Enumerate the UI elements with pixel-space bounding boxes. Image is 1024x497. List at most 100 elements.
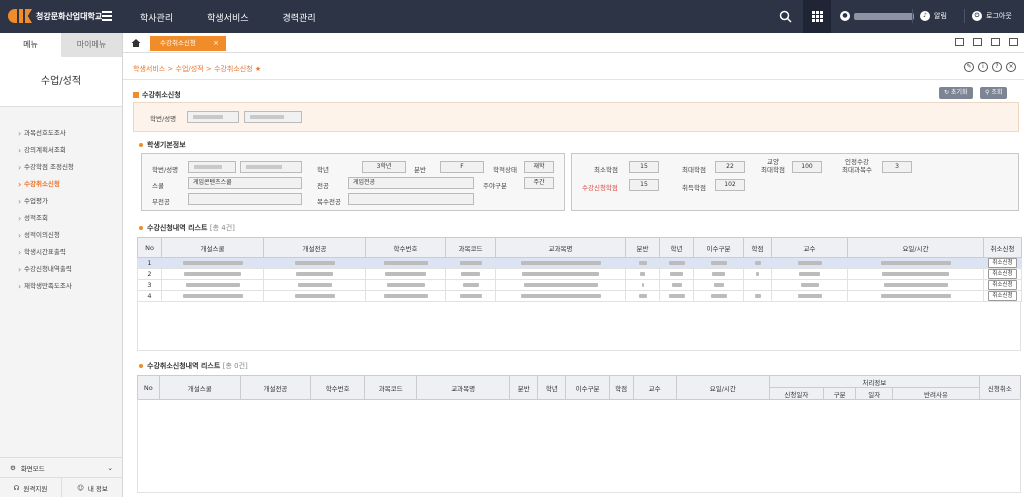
student-name-field [240, 161, 302, 173]
sidebar-item[interactable]: 수강학점 조정신청 [0, 159, 122, 176]
gnb-item-student-service[interactable]: 학생서비스 [207, 11, 248, 24]
redacted-cell [495, 257, 626, 269]
sidebar-item[interactable]: 학생시간표출력 [0, 244, 122, 261]
student-id-field [188, 161, 236, 173]
cancel-request-button[interactable]: 취소신청 [988, 280, 1017, 290]
label-approved-max: 인정수강 최대과목수 [842, 158, 872, 174]
sidebar-item[interactable]: 수강취소신청 [0, 176, 122, 193]
redacted-cell [659, 279, 694, 291]
sidebar-item[interactable]: 강의계획서조회 [0, 142, 122, 159]
enroll-th: 학년 [659, 237, 694, 258]
sidebar-item[interactable]: 재학생만족도조사 [0, 278, 122, 295]
row-cancel-cell: 취소신청 [983, 257, 1022, 269]
redacted-text [671, 283, 682, 287]
page-tools: ✎ i ? × [964, 62, 1016, 72]
close-icon[interactable]: × [213, 36, 219, 51]
applied-credit-field: 15 [629, 179, 659, 191]
popup-icon[interactable] [991, 38, 1000, 46]
sidebar-item[interactable]: 성적조회 [0, 210, 122, 227]
favorite-star-icon[interactable]: ★ [255, 65, 261, 73]
tab-mymenu[interactable]: 마이메뉴 [61, 33, 122, 57]
redacted-cell [625, 279, 660, 291]
sidebar-item[interactable]: 성적이의신청 [0, 227, 122, 244]
major-field: 게임전공 [348, 177, 474, 189]
my-info-button[interactable]: ☺ 내 정보 [62, 478, 123, 497]
redacted-text [754, 261, 761, 265]
edit-icon[interactable]: ✎ [964, 62, 974, 72]
redacted-text [756, 272, 759, 276]
gnb-item-academic[interactable]: 학사관리 [140, 11, 173, 24]
close-page-icon[interactable]: × [1006, 62, 1016, 72]
basic-info-title: 학생기본정보 [147, 141, 186, 149]
enroll-th: 개설전공 [263, 237, 366, 258]
sidebar-title: 수업/성적 [0, 57, 122, 107]
approved-max-field: 3 [882, 161, 912, 173]
tab-tools [955, 38, 1018, 46]
section-title-basic-info: 학생기본정보 [139, 140, 186, 150]
help-icon[interactable]: ? [992, 62, 1002, 72]
new-window-icon[interactable] [973, 38, 982, 46]
sidebar-item[interactable]: 수강신청내역출력 [0, 261, 122, 278]
sidebar-item[interactable]: 과목선호도조사 [0, 125, 122, 142]
table-row[interactable]: 2 취소신청 [137, 268, 1022, 280]
search-name-field[interactable] [244, 111, 302, 123]
redacted-text [800, 283, 819, 287]
search-icon[interactable] [779, 10, 792, 23]
sidebar-item[interactable]: 수업평가 [0, 193, 122, 210]
max-credit-field: 22 [715, 161, 745, 173]
info-icon[interactable]: i [978, 62, 988, 72]
table-row[interactable]: 4 취소신청 [137, 290, 1022, 302]
enroll-th: 요일/시간 [847, 237, 984, 258]
search-id-field[interactable] [187, 111, 239, 123]
hamburger-menu-icon[interactable] [102, 11, 112, 21]
window-icon[interactable] [955, 38, 964, 46]
user-profile[interactable]: ● [840, 11, 914, 21]
redacted-text [184, 272, 241, 276]
alarm-button[interactable]: ♪ 알림 [920, 11, 947, 21]
logo-mark-icon [8, 9, 32, 23]
redacted-text [880, 294, 951, 298]
cancel-th-no: No [137, 375, 160, 400]
cancel-request-button[interactable]: 취소신청 [988, 291, 1017, 301]
redacted-cell [365, 279, 446, 291]
section-title-main-text: 수강취소신청 [142, 91, 181, 99]
app-grid-button[interactable] [803, 0, 831, 33]
redacted-cell [263, 279, 366, 291]
enroll-list-count: [총 4건] [209, 224, 235, 232]
redacted-cell [659, 257, 694, 269]
logout-button[interactable]: ⏻ 로그아웃 [972, 11, 1012, 21]
fullscreen-icon[interactable] [1009, 38, 1018, 46]
remote-support-label: 원격지원 [23, 484, 48, 493]
cancel-th-date: 일자 [855, 387, 894, 400]
person-icon: ☺ [77, 483, 84, 492]
double-major-field [348, 193, 474, 205]
redacted-text [754, 294, 761, 298]
redacted-cell [847, 279, 984, 291]
search-button[interactable]: ⚲ 조회 [980, 87, 1008, 99]
logo[interactable]: 청강문화산업대학교 [8, 9, 102, 23]
home-icon[interactable] [131, 38, 141, 48]
enroll-list-title: 수강신청내역 리스트 [147, 224, 208, 232]
redacted-cell [693, 257, 744, 269]
redacted-cell [743, 268, 772, 280]
reset-button[interactable]: ↻ 초기화 [939, 87, 973, 99]
redacted-text [462, 283, 479, 287]
label-min-credit: 최소학점 [594, 166, 618, 174]
screen-mode-toggle[interactable]: ⚙ 화면모드 ⌄ [0, 457, 123, 477]
redacted-cell [263, 268, 366, 280]
gnb-item-career[interactable]: 경력관리 [283, 11, 316, 24]
redacted-cell [743, 257, 772, 269]
redacted-cell [161, 290, 264, 302]
tab-menu[interactable]: 메뉴 [0, 33, 61, 57]
redacted-cell [161, 257, 264, 269]
table-row[interactable]: 1 취소신청 [137, 257, 1022, 269]
cancel-request-button[interactable]: 취소신청 [988, 258, 1017, 268]
redacted-cell [659, 268, 694, 280]
remote-support-button[interactable]: ☊ 원격지원 [0, 478, 62, 497]
cancel-th-major: 개설전공 [239, 375, 312, 400]
cancel-request-button[interactable]: 취소신청 [988, 269, 1017, 279]
tab-course-cancel[interactable]: 수강취소신청 × [150, 36, 226, 51]
redacted-cell [771, 257, 848, 269]
redacted-text [185, 283, 240, 287]
table-row[interactable]: 3 취소신청 [137, 279, 1022, 291]
